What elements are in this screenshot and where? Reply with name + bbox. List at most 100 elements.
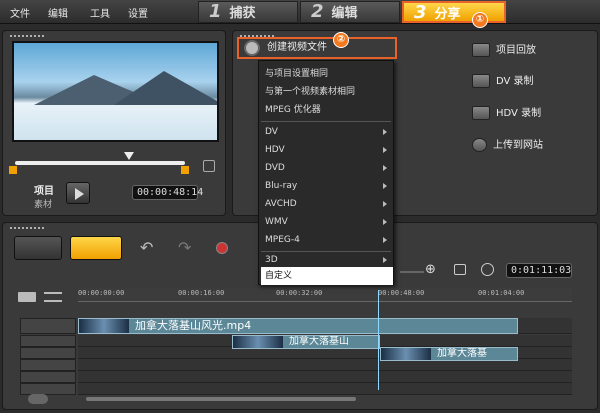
dropdown-item-mpeg4[interactable]: MPEG-4: [265, 231, 393, 249]
dropdown-item-dv[interactable]: DV: [265, 123, 393, 141]
upload-web-option[interactable]: 上传到网站: [472, 136, 543, 152]
dropdown-item-custom[interactable]: 自定义: [261, 267, 393, 285]
panel-grip: [9, 226, 45, 230]
dropdown-item-label: Blu-ray: [265, 181, 298, 191]
overlay-clip[interactable]: 加拿大落基: [380, 347, 518, 361]
music-track-header[interactable]: [20, 383, 76, 395]
enlarge-preview-icon[interactable]: [203, 160, 215, 172]
submenu-arrow-icon: [383, 237, 387, 243]
dropdown-item-same-as-first-clip[interactable]: 与第一个视频素材相同: [265, 83, 393, 101]
video-track-header[interactable]: [20, 318, 76, 334]
menu-tools[interactable]: 工具: [90, 5, 110, 20]
zoom-slider[interactable]: [400, 271, 424, 273]
clip-thumbnail: [79, 319, 129, 333]
dropdown-item-hdv[interactable]: HDV: [265, 141, 393, 159]
fit-project-icon[interactable]: [454, 264, 466, 275]
dropdown-item-label: 自定义: [265, 271, 293, 281]
scrub-handle-icon[interactable]: [124, 152, 134, 160]
timeline-view-button[interactable]: [70, 236, 122, 260]
overlay-track-header[interactable]: [20, 347, 76, 359]
ruler-tick-label: 00:01:04:00: [478, 289, 525, 297]
title-track-header[interactable]: [20, 359, 76, 371]
timeline-scrollbar[interactable]: [86, 397, 356, 401]
dropdown-item-bluray[interactable]: Blu-ray: [265, 177, 393, 195]
preview-window: [12, 41, 219, 142]
playhead[interactable]: [378, 290, 379, 390]
tab-capture-number: 1: [209, 1, 222, 22]
trim-start-marker[interactable]: [9, 166, 17, 174]
chapter-point-icon[interactable]: [44, 292, 62, 302]
trim-end-marker[interactable]: [181, 166, 189, 174]
dropdown-separator: [261, 121, 391, 122]
create-video-file-button[interactable]: 创建视频文件: [237, 37, 397, 59]
dv-record-option[interactable]: DV 录制: [472, 72, 534, 88]
submenu-arrow-icon: [383, 219, 387, 225]
dropdown-item-label: AVCHD: [265, 199, 297, 209]
overlay-clip[interactable]: 加拿大落基山: [232, 335, 380, 349]
hdv-record-label: HDV 录制: [496, 108, 542, 119]
dropdown-item-label: MPEG 优化器: [265, 105, 321, 115]
tab-edit-label: 编辑: [331, 6, 358, 21]
callout-marker-2: ②: [333, 32, 349, 48]
film-reel-icon: [244, 40, 260, 56]
play-button[interactable]: [66, 182, 90, 204]
dv-record-label: DV 录制: [496, 76, 534, 87]
dropdown-item-mpeg-optimizer[interactable]: MPEG 优化器: [265, 101, 393, 119]
menu-edit[interactable]: 编辑: [48, 5, 68, 20]
video-clip[interactable]: 加拿大落基山风光.mp4: [78, 318, 518, 334]
menu-settings[interactable]: 设置: [128, 5, 148, 20]
create-video-dropdown: 与项目设置相同 与第一个视频素材相同 MPEG 优化器 DV HDV DVD B…: [258, 60, 394, 285]
overlay-clip-label: 加拿大落基: [437, 348, 487, 359]
dropdown-item-same-as-project[interactable]: 与项目设置相同: [265, 65, 393, 83]
tab-edit[interactable]: 2 编辑: [300, 1, 400, 23]
storyboard-view-button[interactable]: [14, 236, 62, 260]
hdv-record-option[interactable]: HDV 录制: [472, 104, 541, 120]
project-playback-option[interactable]: 项目回放: [472, 41, 536, 57]
preview-timecode[interactable]: 00:00:48:14: [132, 185, 203, 200]
zoom-in-icon[interactable]: ⊕: [425, 262, 436, 277]
overlay-track-header[interactable]: [20, 335, 76, 347]
track-manager-icon[interactable]: [18, 292, 36, 302]
record-icon[interactable]: [216, 242, 228, 254]
timeline-ruler[interactable]: 00:00:00:00 00:00:16:00 00:00:32:00 00:0…: [78, 288, 572, 302]
project-mode-label[interactable]: 项目: [34, 182, 54, 197]
tab-capture-label: 捕获: [229, 6, 256, 21]
tab-capture[interactable]: 1 捕获: [198, 1, 298, 23]
tab-share[interactable]: 3 分享: [402, 1, 506, 23]
hdv-camera-icon: [472, 106, 490, 120]
redo-icon[interactable]: ↷: [178, 238, 191, 257]
music-track[interactable]: [78, 383, 572, 395]
dropdown-item-avchd[interactable]: AVCHD: [265, 195, 393, 213]
voice-track-header[interactable]: [20, 371, 76, 383]
menu-file[interactable]: 文件: [10, 5, 30, 20]
ruler-tick-label: 00:00:00:00: [78, 289, 125, 297]
tab-share-number: 3: [414, 2, 427, 23]
submenu-arrow-icon: [383, 201, 387, 207]
dropdown-item-label: 3D: [265, 255, 278, 265]
dropdown-item-label: 与第一个视频素材相同: [265, 87, 356, 97]
project-playback-label: 项目回放: [496, 45, 536, 56]
clip-mode-label[interactable]: 素材: [34, 197, 52, 210]
add-track-button[interactable]: [28, 394, 48, 404]
dropdown-item-wmv[interactable]: WMV: [265, 213, 393, 231]
submenu-arrow-icon: [383, 183, 387, 189]
clip-thumbnail: [233, 336, 283, 348]
undo-icon[interactable]: ↶: [140, 238, 153, 257]
tab-share-label: 分享: [434, 7, 461, 22]
dv-camera-icon: [472, 74, 490, 88]
upload-web-label: 上传到网站: [493, 140, 543, 151]
panel-grip: [9, 34, 45, 38]
voice-track[interactable]: [78, 371, 572, 383]
scrub-bar[interactable]: [15, 161, 185, 165]
dropdown-item-dvd[interactable]: DVD: [265, 159, 393, 177]
submenu-arrow-icon: [383, 129, 387, 135]
submenu-arrow-icon: [383, 147, 387, 153]
dropdown-item-label: WMV: [265, 217, 288, 227]
dropdown-item-label: DVD: [265, 163, 285, 173]
dropdown-item-label: MPEG-4: [265, 235, 300, 245]
clip-thumbnail: [381, 348, 431, 360]
menu-bar: 文件 编辑 工具 设置 1 捕获 2 编辑 3 分享: [0, 0, 600, 24]
dropdown-item-label: 与项目设置相同: [265, 69, 329, 79]
ruler-tick-label: 00:00:16:00: [178, 289, 225, 297]
project-duration-timecode[interactable]: 0:01:11:03: [506, 263, 572, 278]
